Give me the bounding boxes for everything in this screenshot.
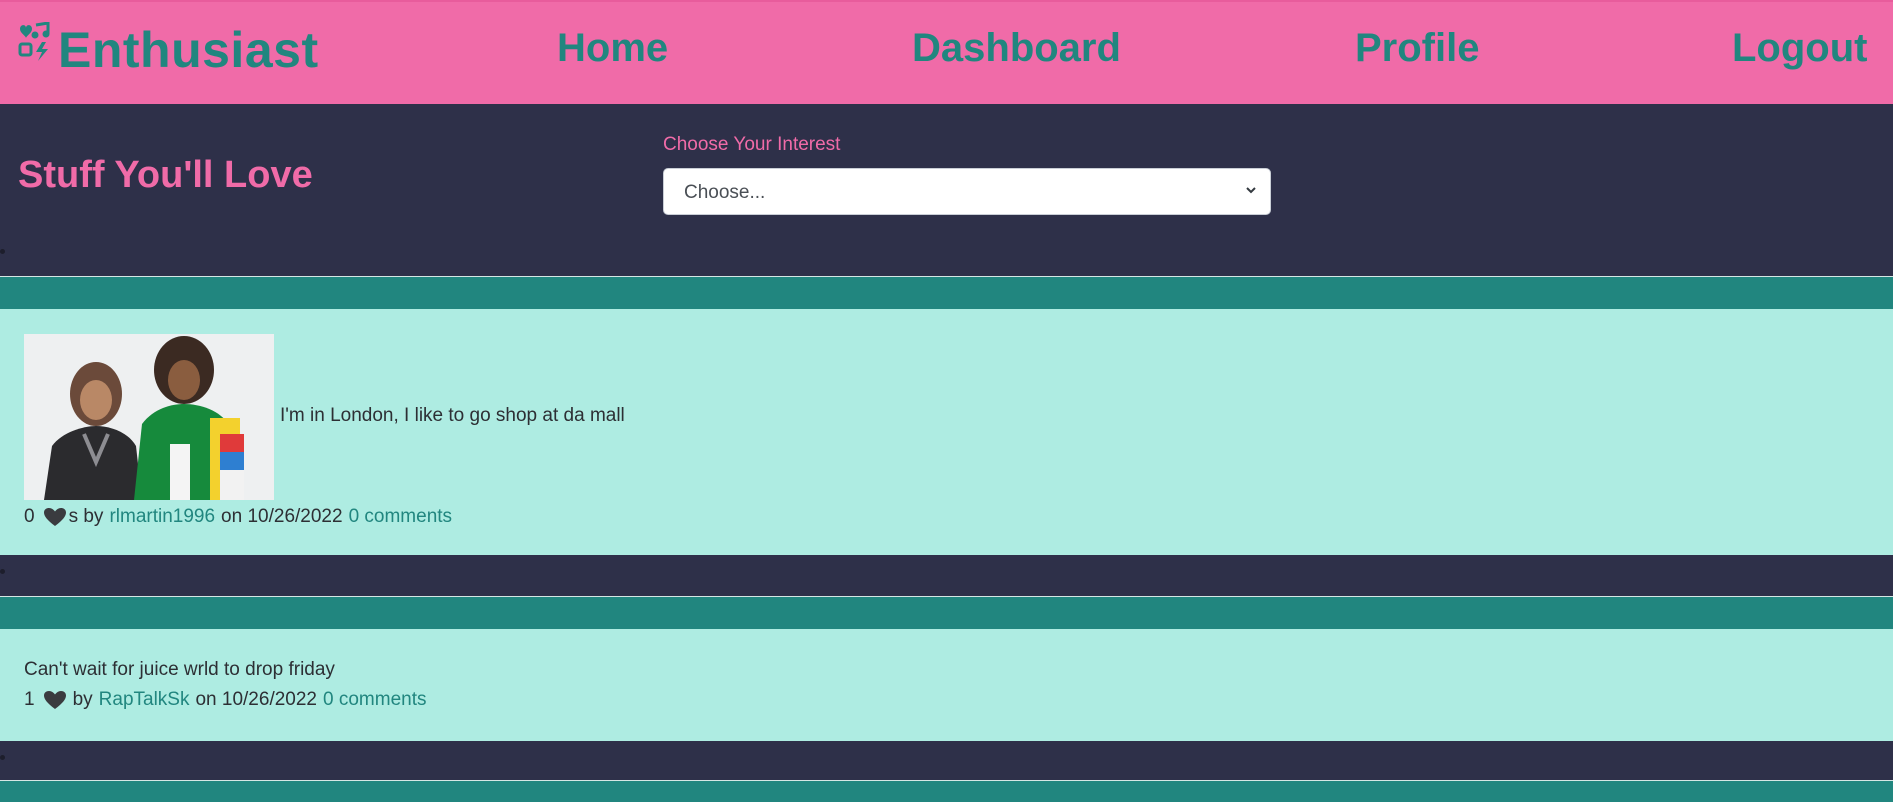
- heart-icon[interactable]: [43, 690, 67, 710]
- interest-select-value: Choose...: [684, 182, 766, 203]
- post-card-body: I'm in London, I like to go shop at da m…: [0, 309, 1893, 555]
- post-image: [24, 334, 274, 500]
- list-bullet: [0, 755, 5, 760]
- post-card-header: [0, 780, 1893, 802]
- interest-label: Choose Your Interest: [663, 134, 841, 155]
- post-card: [0, 780, 1893, 802]
- nav-home-link[interactable]: Home: [557, 26, 668, 71]
- like-suffix: by: [72, 689, 93, 710]
- brand-name: Enthusiast: [58, 22, 319, 78]
- post-date: on 10/26/2022: [195, 689, 317, 710]
- list-bullet: [0, 569, 5, 574]
- author-link[interactable]: RapTalkSk: [99, 689, 190, 711]
- post-meta: 1 by RapTalkSk on 10/26/2022 0 comments: [24, 689, 426, 711]
- author-link[interactable]: rlmartin1996: [109, 506, 215, 528]
- heart-icon[interactable]: [43, 507, 67, 527]
- like-count: 0: [24, 506, 35, 527]
- like-count: 1: [24, 689, 35, 710]
- nav-dashboard-link[interactable]: Dashboard: [912, 26, 1121, 71]
- post-text: I'm in London, I like to go shop at da m…: [280, 405, 625, 426]
- like-suffix: s by: [68, 506, 104, 527]
- top-navbar: Enthusiast Home Dashboard Profile Logout: [0, 0, 1893, 104]
- interest-select[interactable]: Choose...: [663, 168, 1271, 215]
- comments-link[interactable]: 0 comments: [323, 689, 426, 711]
- heart-music-icon: [18, 22, 50, 61]
- nav-logout-link[interactable]: Logout: [1732, 26, 1868, 71]
- post-card-body: Can't wait for juice wrld to drop friday…: [0, 629, 1893, 741]
- post-card: Can't wait for juice wrld to drop friday…: [0, 596, 1893, 741]
- post-text: Can't wait for juice wrld to drop friday: [24, 659, 335, 680]
- page-title: Stuff You'll Love: [18, 154, 313, 196]
- list-bullet: [0, 249, 5, 254]
- interest-section: Stuff You'll Love Choose Your Interest C…: [0, 104, 1893, 272]
- nav-profile-link[interactable]: Profile: [1355, 26, 1479, 71]
- post-meta: 0 s by rlmartin1996 on 10/26/2022 0 comm…: [24, 506, 452, 528]
- comments-link[interactable]: 0 comments: [349, 506, 452, 528]
- post-date: on 10/26/2022: [221, 506, 343, 527]
- post-card: I'm in London, I like to go shop at da m…: [0, 276, 1893, 555]
- post-card-header: [0, 596, 1893, 629]
- post-card-header: [0, 276, 1893, 309]
- chevron-down-icon: [1246, 187, 1256, 194]
- brand[interactable]: Enthusiast: [18, 20, 319, 80]
